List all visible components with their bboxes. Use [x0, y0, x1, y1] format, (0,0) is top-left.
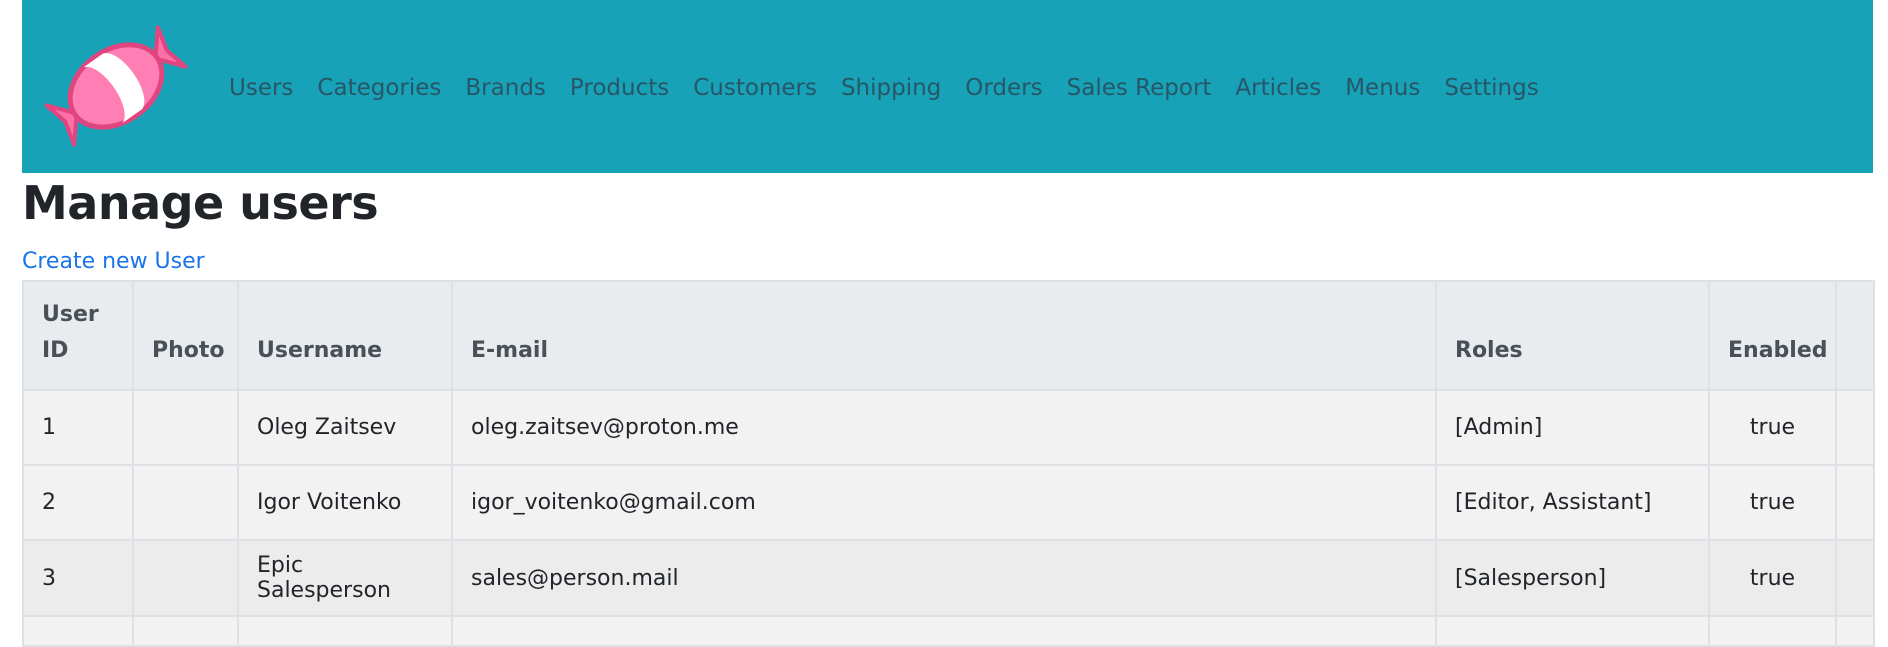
nav-item-users: Users	[217, 75, 305, 101]
nav-link-menus[interactable]: Menus	[1345, 75, 1420, 101]
cell-empty	[1835, 615, 1875, 647]
cell-photo	[132, 464, 239, 541]
cell-enabled[interactable]: true	[1708, 389, 1837, 466]
nav-link-brands[interactable]: Brands	[465, 75, 546, 101]
table-row-partial	[22, 615, 1875, 647]
nav-link-sales-report[interactable]: Sales Report	[1067, 75, 1212, 101]
nav-link-orders[interactable]: Orders	[965, 75, 1042, 101]
navbar: Users Categories Brands Products Custome…	[22, 0, 1873, 173]
nav-item-brands: Brands	[453, 75, 558, 101]
cell-roles: [Salesperson]	[1435, 539, 1710, 617]
nav-item-sales-report: Sales Report	[1055, 75, 1224, 101]
column-header-enabled[interactable]: Enabled	[1708, 280, 1837, 391]
nav-link-categories[interactable]: Categories	[317, 75, 441, 101]
column-header-photo: Photo	[132, 280, 239, 391]
column-header-email[interactable]: E-mail	[451, 280, 1437, 391]
main-nav: Users Categories Brands Products Custome…	[217, 73, 1551, 103]
nav-item-settings: Settings	[1432, 75, 1550, 101]
cell-user-id: 3	[22, 539, 134, 617]
nav-item-orders: Orders	[953, 75, 1054, 101]
candy-logo-icon[interactable]	[44, 14, 188, 158]
cell-roles: [Editor, Assistant]	[1435, 464, 1710, 541]
cell-empty	[22, 615, 134, 647]
column-header-roles: Roles	[1435, 280, 1710, 391]
cell-photo	[132, 389, 239, 466]
cell-email: oleg.zaitsev@proton.me	[451, 389, 1437, 466]
column-header-username[interactable]: Username	[237, 280, 453, 391]
users-table: User ID Photo Username E-mail Roles Enab…	[22, 280, 1875, 647]
cell-actions	[1835, 464, 1875, 541]
cell-user-id: 1	[22, 389, 134, 466]
nav-item-menus: Menus	[1333, 75, 1432, 101]
cell-user-id: 2	[22, 464, 134, 541]
cell-empty	[132, 615, 239, 647]
page-title: Manage users	[22, 176, 379, 230]
nav-item-articles: Articles	[1223, 75, 1333, 101]
cell-empty	[1435, 615, 1710, 647]
nav-item-shipping: Shipping	[829, 75, 953, 101]
create-user-link[interactable]: Create new User	[22, 249, 205, 274]
cell-enabled[interactable]: true	[1708, 464, 1837, 541]
table-header-row: User ID Photo Username E-mail Roles Enab…	[22, 280, 1875, 391]
nav-item-categories: Categories	[305, 75, 453, 101]
cell-empty	[451, 615, 1437, 647]
cell-username: Oleg Zaitsev	[237, 389, 453, 466]
nav-link-articles[interactable]: Articles	[1235, 75, 1321, 101]
table-row: 2 Igor Voitenko igor_voitenko@gmail.com …	[22, 464, 1875, 541]
cell-enabled[interactable]: true	[1708, 539, 1837, 617]
table-row: 1 Oleg Zaitsev oleg.zaitsev@proton.me [A…	[22, 389, 1875, 466]
cell-photo	[132, 539, 239, 617]
cell-email: igor_voitenko@gmail.com	[451, 464, 1437, 541]
nav-link-settings[interactable]: Settings	[1444, 75, 1538, 101]
cell-empty	[237, 615, 453, 647]
cell-actions	[1835, 389, 1875, 466]
cell-email: sales@person.mail	[451, 539, 1437, 617]
cell-actions	[1835, 539, 1875, 617]
nav-link-customers[interactable]: Customers	[693, 75, 817, 101]
nav-item-products: Products	[558, 75, 681, 101]
nav-link-products[interactable]: Products	[570, 75, 669, 101]
cell-empty	[1708, 615, 1837, 647]
column-header-actions	[1835, 280, 1875, 391]
cell-roles: [Admin]	[1435, 389, 1710, 466]
table-row: 3 Epic Salesperson sales@person.mail [Sa…	[22, 539, 1875, 617]
cell-username: Epic Salesperson	[237, 539, 453, 617]
nav-link-users[interactable]: Users	[229, 75, 293, 101]
page: Users Categories Brands Products Custome…	[0, 0, 1888, 647]
cell-username: Igor Voitenko	[237, 464, 453, 541]
nav-item-customers: Customers	[681, 75, 829, 101]
nav-link-shipping[interactable]: Shipping	[841, 75, 941, 101]
column-header-user-id[interactable]: User ID	[22, 280, 134, 391]
